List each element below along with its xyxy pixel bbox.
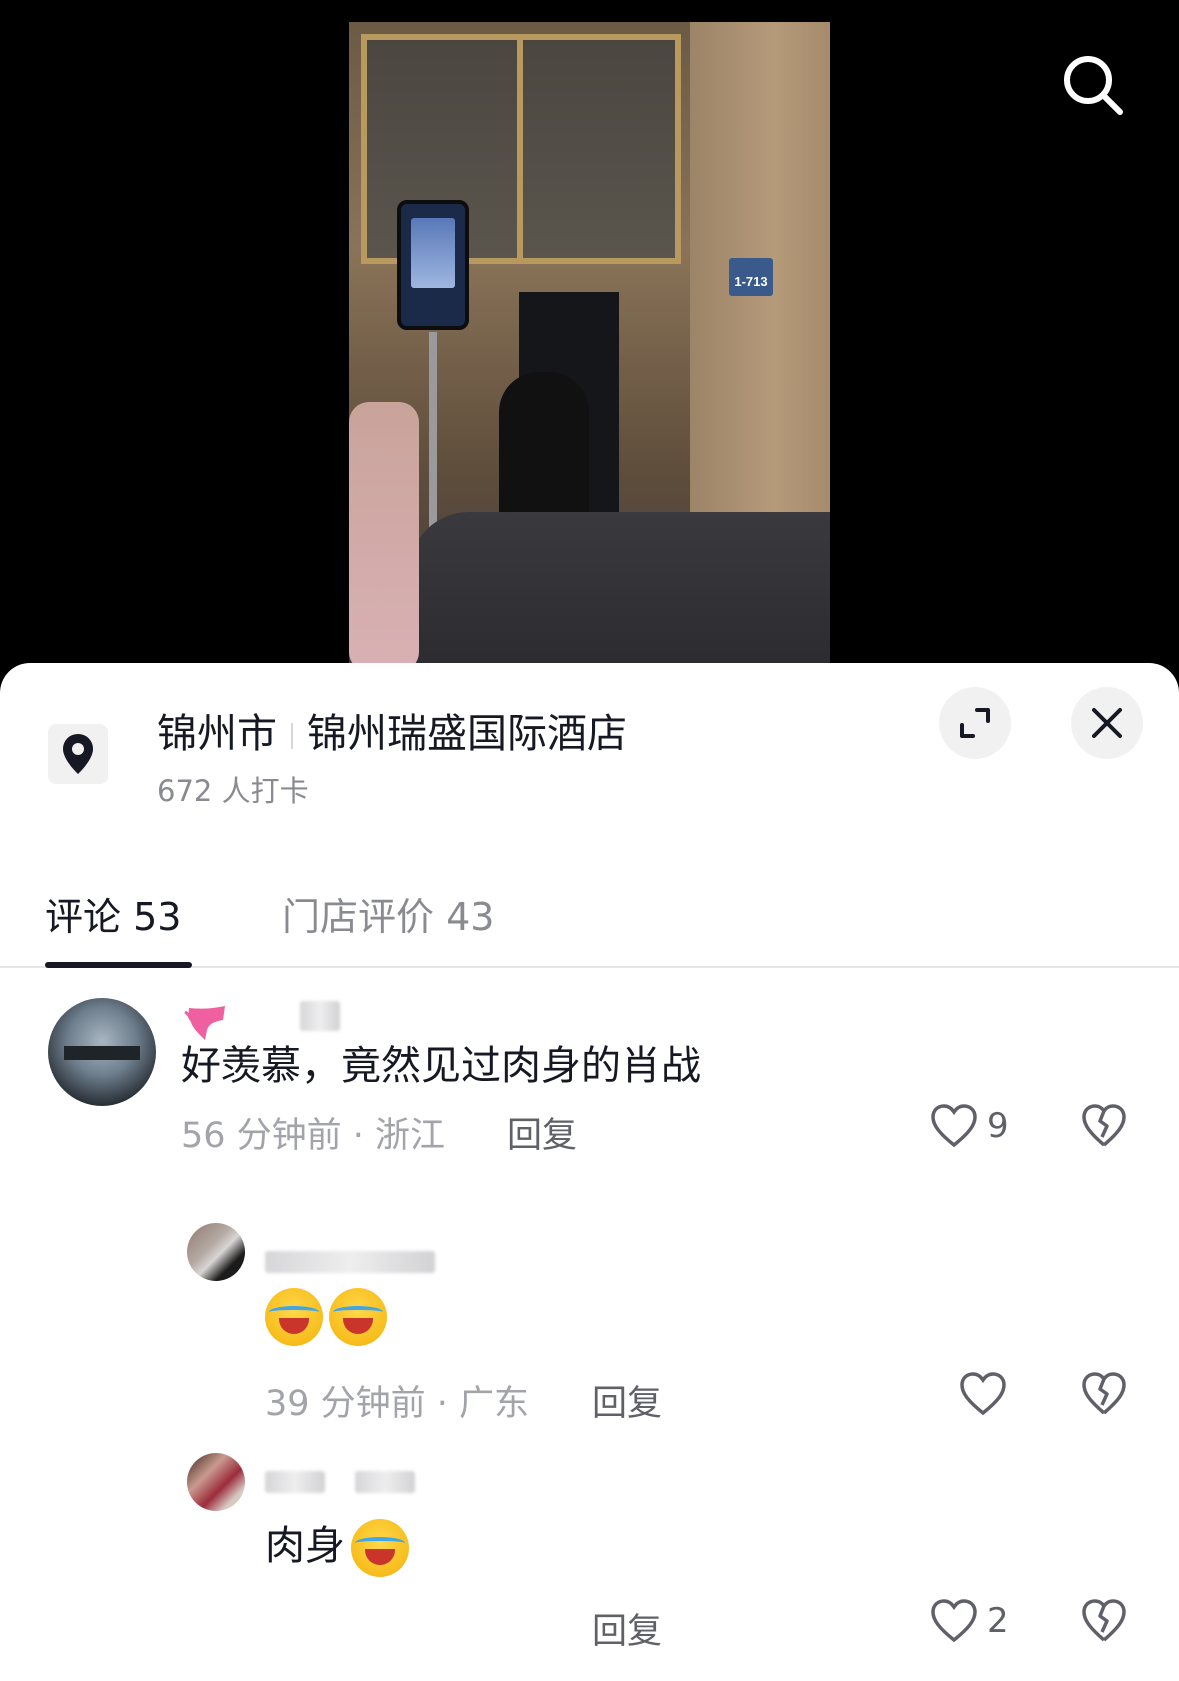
door-number-plate: 1-713 (729, 258, 773, 296)
username-redacted[interactable] (355, 1471, 415, 1493)
location-city: 锦州市 (157, 711, 277, 757)
avatar[interactable] (187, 1223, 245, 1281)
close-button[interactable] (1071, 687, 1143, 759)
like-count: 9 (987, 1106, 1009, 1146)
laughing-crying-emoji-icon (265, 1288, 323, 1346)
video-scene-phone (397, 200, 469, 330)
heart-icon (960, 1372, 1006, 1416)
dislike-button[interactable] (1080, 1103, 1128, 1153)
video-frame[interactable]: 1-713 (349, 22, 830, 668)
location-title[interactable]: 锦州市 锦州瑞盛国际酒店 (157, 701, 627, 759)
broken-heart-icon (1082, 1104, 1126, 1147)
search-button[interactable] (1060, 52, 1126, 118)
reply-button[interactable]: 回复 (592, 1375, 662, 1426)
location-separator (291, 723, 293, 749)
dislike-button[interactable] (1080, 1598, 1128, 1648)
video-player[interactable]: 1-713 (0, 0, 1179, 690)
heart-icon (931, 1599, 977, 1643)
like-button[interactable]: 9 (929, 1103, 1009, 1149)
like-button[interactable]: 2 (929, 1598, 1009, 1644)
comment-meta: 39 分钟前 · 广东 (265, 1384, 530, 1424)
comment-meta: 56 分钟前 · 浙江 (181, 1116, 446, 1156)
comment-text-content: 肉身 (265, 1523, 345, 1569)
broken-heart-icon (1082, 1599, 1126, 1642)
username-redacted[interactable] (265, 1471, 325, 1493)
tab-comments[interactable]: 评论 53 (45, 886, 181, 941)
broken-heart-icon (1082, 1372, 1126, 1415)
heart-icon (931, 1104, 977, 1148)
checkin-count: 672 人打卡 (157, 774, 309, 808)
username-redacted[interactable] (265, 1251, 435, 1273)
reply-button[interactable]: 回复 (507, 1107, 577, 1158)
tab-bar: 评论 53 门店评价 43 (0, 868, 1179, 968)
comment-text: 好羡慕，竟然见过肉身的肖战 (181, 1043, 701, 1089)
search-icon (1064, 56, 1123, 115)
like-count: 2 (987, 1601, 1009, 1641)
video-scene-car (409, 512, 830, 668)
location-place: 锦州瑞盛国际酒店 (307, 711, 627, 757)
comment-text: 肉身 (265, 1513, 415, 1577)
comment-text (265, 1288, 393, 1346)
avatar[interactable] (187, 1453, 245, 1511)
reply-item: 肉身 回复 2 (0, 1453, 1179, 1673)
close-icon (1092, 708, 1122, 738)
like-button[interactable] (958, 1371, 1016, 1417)
avatar[interactable] (48, 998, 156, 1106)
expand-button[interactable] (939, 687, 1011, 759)
laughing-crying-emoji-icon (329, 1288, 387, 1346)
tab-store-reviews[interactable]: 门店评价 43 (282, 886, 494, 941)
username-redacted[interactable] (300, 1001, 340, 1031)
laughing-crying-emoji-icon (351, 1519, 409, 1577)
expand-icon (960, 708, 990, 738)
comment-item: 好羡慕，竟然见过肉身的肖战 56 分钟前 · 浙江 回复 9 (0, 963, 1179, 1193)
comments-sheet: 锦州市 锦州瑞盛国际酒店 672 人打卡 评论 53 门店评价 43 好羡慕，竟然… (0, 663, 1179, 1681)
location-pin-icon (63, 734, 93, 774)
location-pin-button[interactable] (48, 724, 108, 784)
reply-button[interactable]: 回复 (592, 1603, 662, 1654)
dislike-button[interactable] (1080, 1371, 1128, 1421)
video-scene-hand (349, 402, 419, 668)
reply-item: 39 分钟前 · 广东 回复 (0, 1223, 1179, 1426)
